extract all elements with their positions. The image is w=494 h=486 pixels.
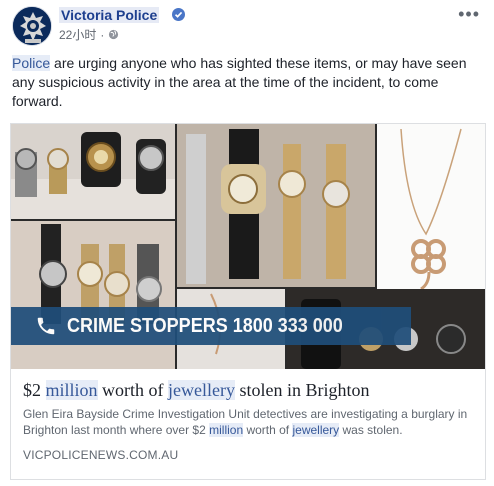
link-body[interactable]: $2 million worth of jewellery stolen in …	[11, 369, 485, 479]
avatar[interactable]	[12, 6, 52, 46]
phone-icon	[37, 317, 55, 335]
police-badge-icon	[13, 7, 51, 45]
crime-stoppers-banner: CRIME STOPPERS 1800 333 000	[11, 307, 411, 345]
meta-separator: ·	[100, 27, 105, 42]
post-body-text: are urging anyone who has sighted these …	[12, 55, 467, 109]
banner-text: CRIME STOPPERS 1800 333 000	[67, 314, 343, 337]
title-part: $2	[23, 380, 46, 400]
desc-part: was stolen.	[339, 423, 403, 437]
globe-icon	[109, 29, 119, 40]
verified-icon	[172, 8, 185, 21]
desc-highlight: jewellery	[292, 423, 340, 437]
link-description: Glen Eira Bayside Crime Investigation Un…	[23, 406, 473, 438]
title-highlight: jewellery	[168, 380, 235, 400]
post-text: Police are urging anyone who has sighted…	[12, 54, 486, 111]
timestamp[interactable]: 22小时	[59, 26, 96, 43]
title-highlight: million	[45, 380, 98, 400]
post-meta: 22小时 ·	[59, 26, 119, 43]
page-name[interactable]: Victoria Police	[59, 7, 160, 23]
desc-highlight: million	[209, 423, 244, 437]
link-image[interactable]: CRIME STOPPERS 1800 333 000	[11, 124, 485, 369]
title-part: worth of	[97, 380, 169, 400]
title-part: stolen in Brighton	[234, 380, 370, 400]
police-hashtag-link[interactable]: Police	[12, 55, 51, 71]
more-options-icon[interactable]: •••	[458, 4, 480, 25]
desc-part: worth of	[243, 423, 293, 437]
link-preview-card[interactable]: CRIME STOPPERS 1800 333 000 $2 million w…	[10, 123, 486, 480]
post-header: Victoria Police 22小时 · •••	[12, 4, 482, 48]
link-domain: VICPOLICENEWS.COM.AU	[23, 448, 179, 462]
link-title[interactable]: $2 million worth of jewellery stolen in …	[23, 379, 473, 401]
